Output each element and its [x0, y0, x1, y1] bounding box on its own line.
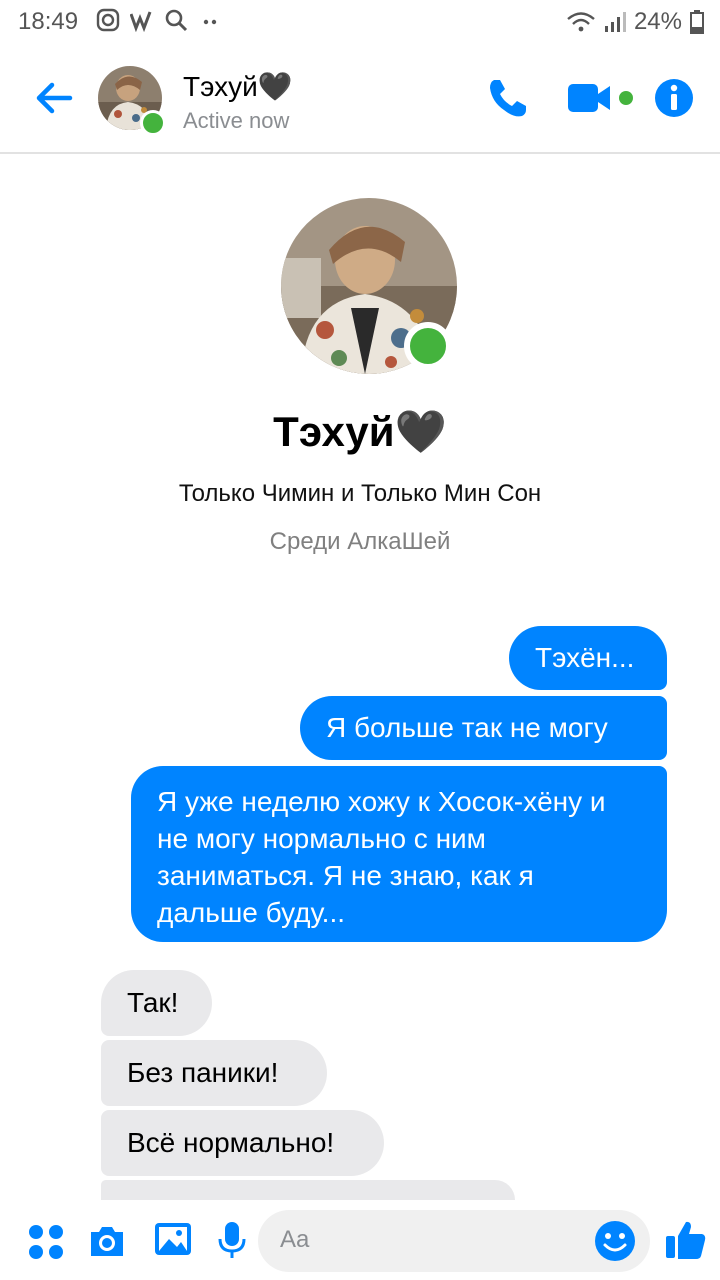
profile-subtitle: Только Чимин и Только Мин Сон: [178, 480, 542, 507]
back-arrow-icon[interactable]: [30, 74, 78, 122]
phone-icon[interactable]: [482, 74, 534, 122]
status-time: 18:49: [18, 8, 79, 35]
status-notification-icons: [96, 8, 222, 32]
apps-icon[interactable]: [26, 1222, 66, 1262]
more-dots-icon: [203, 19, 217, 25]
message-outgoing[interactable]: Я уже неделю хожу к Хосок-хёну и не могу…: [131, 766, 667, 942]
status-bar: 18:49 24%: [0, 0, 720, 44]
search-icon: [165, 9, 188, 32]
info-icon[interactable]: [652, 74, 696, 122]
online-indicator: [140, 110, 166, 136]
contact-name[interactable]: Тэхуй🖤: [183, 70, 293, 103]
status-right: 24%: [566, 8, 704, 36]
profile-context: Среди АлкаШей: [269, 528, 451, 555]
contact-status: Active now: [183, 108, 290, 133]
message-incoming-partial: [101, 1180, 515, 1200]
microphone-icon[interactable]: [212, 1220, 252, 1260]
emoji-icon[interactable]: [594, 1220, 636, 1262]
video-camera-icon[interactable]: [566, 74, 636, 122]
message-incoming[interactable]: Всё нормально!: [101, 1110, 384, 1176]
battery-icon: [690, 10, 704, 34]
image-icon[interactable]: [153, 1220, 193, 1260]
wifi-icon: [567, 12, 595, 32]
thumbs-up-icon[interactable]: [664, 1218, 708, 1262]
profile-online-indicator: [404, 322, 452, 370]
message-input-placeholder: Aa: [280, 1226, 310, 1253]
message-incoming[interactable]: Без паники!: [101, 1040, 327, 1106]
message-outgoing[interactable]: Я больше так не могу: [300, 696, 667, 760]
message-composer: Aa: [0, 1200, 720, 1280]
battery-percent: 24%: [633, 8, 682, 35]
profile-name: Тэхуй🖤: [273, 408, 447, 455]
signal-icon: [604, 12, 626, 32]
chat-header: Тэхуй🖤 Active now: [0, 44, 720, 154]
message-incoming[interactable]: Так!: [101, 970, 212, 1036]
message-input[interactable]: Aa: [258, 1210, 650, 1272]
camera-icon[interactable]: [87, 1222, 127, 1262]
message-outgoing[interactable]: Тэхён...: [509, 626, 667, 690]
wattpad-icon: [130, 11, 152, 32]
instagram-icon: [96, 8, 120, 32]
